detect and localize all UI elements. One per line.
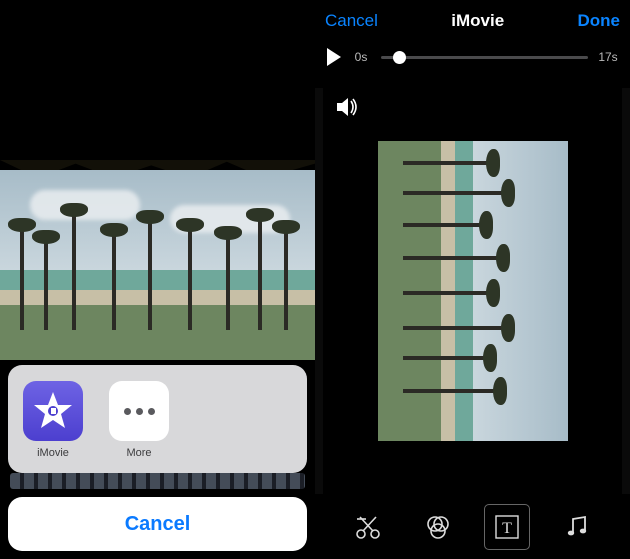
tool-trim[interactable] [346, 505, 390, 549]
music-note-icon [563, 513, 591, 541]
cancel-label: Cancel [125, 513, 191, 536]
play-icon[interactable] [327, 48, 341, 66]
scrubber-thumb[interactable] [393, 51, 406, 64]
nav-done-button[interactable]: Done [577, 11, 620, 31]
share-app-label: iMovie [37, 447, 69, 459]
more-icon [109, 381, 169, 441]
video-timeline-strip [10, 473, 305, 489]
tool-audio[interactable] [555, 505, 599, 549]
share-app-label: More [126, 447, 151, 459]
scissors-icon [354, 513, 382, 541]
video-preview[interactable] [315, 88, 630, 494]
volume-icon[interactable] [337, 98, 359, 121]
nav-cancel-button[interactable]: Cancel [325, 11, 378, 31]
share-app-imovie[interactable]: iMovie [22, 381, 84, 459]
rotated-beach-clip [378, 141, 568, 441]
star-icon [31, 389, 75, 433]
share-app-more[interactable]: More [108, 381, 170, 459]
scrubber-end-time: 17s [598, 50, 618, 64]
text-icon: T [493, 513, 521, 541]
scrubber-start-time: 0s [351, 50, 371, 64]
share-apps-card: iMovie More [8, 365, 307, 473]
editor-toolbar: T [315, 494, 630, 559]
imovie-app-icon [23, 381, 83, 441]
scrubber-track[interactable] [381, 56, 588, 59]
share-sheet: iMovie More Cancel [8, 365, 307, 551]
ellipsis-icon [124, 408, 155, 415]
right-phone: Cancel iMovie Done 0s 17s [315, 0, 630, 559]
beach-landscape [0, 170, 315, 360]
share-cancel-button[interactable]: Cancel [8, 497, 307, 551]
nav-title: iMovie [451, 11, 504, 31]
photo-preview [0, 0, 315, 360]
left-phone: iMovie More Cancel [0, 0, 315, 559]
filters-icon [424, 513, 452, 541]
tool-filters[interactable] [416, 505, 460, 549]
editor-navbar: Cancel iMovie Done [315, 0, 630, 42]
tool-text[interactable]: T [485, 505, 529, 549]
scrubber-bar: 0s 17s [315, 42, 630, 72]
svg-text:T: T [502, 520, 512, 537]
video-preview-canvas [323, 88, 622, 494]
